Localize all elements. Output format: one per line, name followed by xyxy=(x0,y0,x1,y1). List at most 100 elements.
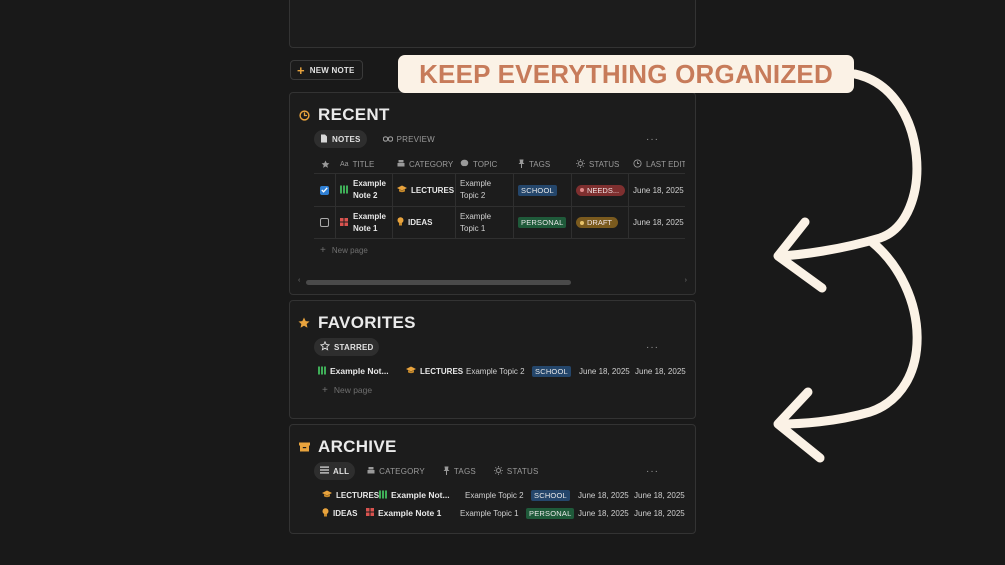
column-topic[interactable]: TOPIC xyxy=(456,159,514,169)
favorites-header: FAVORITES xyxy=(298,313,416,333)
date-cell: June 18, 2025 xyxy=(578,508,629,518)
red-grid-icon xyxy=(366,508,374,518)
text-type-icon: Aa xyxy=(340,160,349,168)
status-cell[interactable]: DRAFT xyxy=(572,207,629,238)
binoculars-icon xyxy=(382,134,393,144)
tags-cell[interactable]: SCHOOL xyxy=(514,174,572,206)
date-cell: June 18, 2025 xyxy=(634,490,685,500)
category-cell[interactable]: IDEAS xyxy=(393,207,456,238)
red-grid-icon xyxy=(340,217,348,228)
tab-preview-label: PREVIEW xyxy=(396,134,435,144)
horizontal-scrollbar[interactable]: ‹ › xyxy=(298,277,687,285)
more-options-button[interactable]: ··· xyxy=(646,342,659,353)
date-cell: June 18, 2025 xyxy=(634,508,685,518)
tab-status[interactable]: STATUS xyxy=(488,462,545,480)
status-cell[interactable]: NEEDS... xyxy=(572,174,629,206)
topic-cell: Example Topic 2 xyxy=(466,366,525,376)
sun-icon xyxy=(576,158,585,170)
scroll-left-icon[interactable]: ‹ xyxy=(298,277,300,284)
archive-view-tabs: ALL CATEGORY TAGS STATUS xyxy=(314,462,545,480)
category-cell[interactable]: IDEAS xyxy=(322,507,366,519)
tags-cell[interactable]: SCHOOL xyxy=(532,365,579,377)
tab-tags[interactable]: TAGS xyxy=(437,462,482,480)
row-select-cell[interactable] xyxy=(314,174,336,206)
title-cell[interactable]: Example Not... xyxy=(318,366,400,377)
more-options-button[interactable]: ··· xyxy=(646,466,659,477)
clock-icon xyxy=(298,109,310,121)
archive-header: ARCHIVE xyxy=(298,437,397,457)
scroll-right-icon[interactable]: › xyxy=(685,277,687,284)
status-badge: NEEDS... xyxy=(576,184,626,196)
green-books-icon xyxy=(340,185,348,196)
row-select-cell[interactable] xyxy=(314,207,336,238)
more-options-button[interactable]: ··· xyxy=(646,134,659,145)
list-item[interactable]: LECTURES Example Not... Example Topic 2 … xyxy=(322,487,690,503)
category-cell[interactable]: LECTURES xyxy=(322,490,379,500)
topic-cell: Example Topic 1 xyxy=(460,508,519,518)
date-cell: June 18, 2025 xyxy=(633,218,684,227)
tag-badge: SCHOOL xyxy=(518,184,557,196)
previous-section-card xyxy=(289,0,696,48)
graduation-cap-icon xyxy=(406,366,416,376)
title-cell[interactable]: Example Note 2 xyxy=(336,174,393,206)
plus-icon: + xyxy=(297,62,305,78)
tag-badge: SCHOOL xyxy=(531,489,570,501)
pin-icon xyxy=(443,466,450,477)
tag-badge: PERSONAL xyxy=(518,217,567,228)
tab-starred[interactable]: STARRED xyxy=(314,338,380,356)
plus-icon: + xyxy=(322,384,328,396)
new-page-button[interactable]: + New page xyxy=(314,240,685,260)
list-item[interactable]: Example Not... LECTURES Example Topic 2 … xyxy=(318,363,691,379)
sun-icon xyxy=(493,465,503,477)
star-column-icon[interactable] xyxy=(314,160,336,169)
column-last-edited[interactable]: LAST EDITE xyxy=(629,158,685,170)
lightbulb-icon xyxy=(397,217,404,228)
recent-section: RECENT NOTES PREVIEW ··· Aa TITLE CATEGO… xyxy=(289,92,696,295)
tab-notes[interactable]: NOTES xyxy=(314,130,367,148)
archive-box-icon xyxy=(298,441,310,453)
tag-badge: PERSONAL xyxy=(526,507,575,519)
date-cell: June 18, 2025 xyxy=(633,185,684,195)
column-status[interactable]: STATUS xyxy=(572,158,629,170)
topic-cell[interactable]: Example Topic 1 xyxy=(456,207,514,238)
new-note-label: NEW NOTE xyxy=(309,65,355,75)
column-title[interactable]: Aa TITLE xyxy=(336,160,393,169)
tags-cell[interactable]: SCHOOL xyxy=(531,489,578,501)
tags-cell[interactable]: PERSONAL xyxy=(514,207,572,238)
tags-cell[interactable]: PERSONAL xyxy=(526,507,578,519)
recent-view-tabs: NOTES PREVIEW xyxy=(314,130,441,148)
tab-all[interactable]: ALL xyxy=(314,462,356,480)
tab-preview[interactable]: PREVIEW xyxy=(377,130,441,148)
category-cell[interactable]: LECTURES xyxy=(406,366,466,376)
table-row[interactable]: Example Note 1 IDEAS Example Topic 1 PER… xyxy=(314,206,685,239)
new-page-button[interactable]: + New page xyxy=(316,380,372,400)
table-row[interactable]: Example Note 2 LECTURES Example Topic 2 … xyxy=(314,173,685,206)
checkbox-unchecked[interactable] xyxy=(320,218,329,227)
archive-title: ARCHIVE xyxy=(318,437,397,456)
column-category[interactable]: CATEGORY xyxy=(393,159,456,169)
graduation-cap-icon xyxy=(397,185,407,195)
tab-category[interactable]: CATEGORY xyxy=(361,462,431,480)
category-cell[interactable]: LECTURES xyxy=(393,174,456,206)
list-item[interactable]: IDEAS Example Note 1 Example Topic 1 PER… xyxy=(322,505,690,521)
date-cell: June 18, 2025 xyxy=(635,366,686,376)
plus-icon: + xyxy=(320,244,326,256)
title-cell[interactable]: Example Note 1 xyxy=(366,508,460,518)
curved-arrows-icon xyxy=(773,69,922,463)
status-dot-icon xyxy=(580,220,584,225)
archive-section: ARCHIVE ALL CATEGORY TAGS STATUS ··· LEC… xyxy=(289,424,696,534)
favorites-title: FAVORITES xyxy=(318,313,416,332)
recent-header: RECENT xyxy=(298,105,390,125)
tag-badge: SCHOOL xyxy=(532,365,571,377)
favorites-section: FAVORITES STARRED ··· Example Not... LEC… xyxy=(289,300,696,419)
brain-icon xyxy=(460,159,469,169)
topic-cell[interactable]: Example Topic 2 xyxy=(456,174,514,206)
title-cell[interactable]: Example Not... xyxy=(379,490,465,501)
recent-title: RECENT xyxy=(318,105,390,124)
scrollbar-thumb[interactable] xyxy=(306,280,571,285)
column-tags[interactable]: TAGS xyxy=(514,159,572,170)
title-cell[interactable]: Example Note 1 xyxy=(336,207,393,238)
checkbox-checked[interactable] xyxy=(320,185,329,195)
page: + NEW NOTE RECENT NOTES PREVIEW ··· Aa T… xyxy=(0,0,1005,565)
new-note-button[interactable]: + NEW NOTE xyxy=(290,60,363,80)
